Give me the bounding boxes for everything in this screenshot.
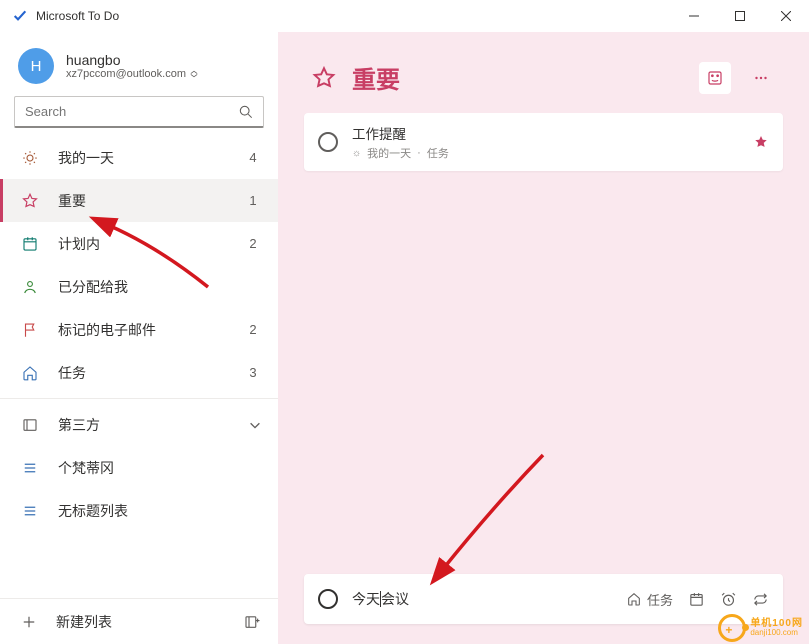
sidebar-item-label: 第三方 — [58, 415, 230, 435]
titlebar: Microsoft To Do — [0, 0, 809, 32]
add-task-input[interactable]: 今天会议 任务 — [304, 574, 783, 624]
sidebar-item-count: 2 — [244, 236, 262, 251]
sidebar-item-label: 任务 — [58, 363, 226, 383]
expand-icon — [190, 70, 198, 78]
account-email: xz7pccom@outlook.com — [66, 68, 198, 80]
due-date-button[interactable] — [687, 590, 705, 608]
sidebar-item-label: 个梵蒂冈 — [58, 458, 262, 478]
sidebar-item-label: 我的一天 — [58, 148, 226, 168]
sidebar-item-label: 重要 — [58, 191, 226, 211]
add-task-text: 今天会议 — [352, 589, 611, 609]
more-button[interactable] — [745, 62, 777, 94]
sidebar-list-item[interactable]: 无标题列表 — [0, 489, 278, 532]
calendar-icon — [20, 234, 40, 254]
window-close-button[interactable] — [763, 0, 809, 32]
task-star-icon[interactable] — [753, 134, 769, 150]
sidebar-group-item[interactable]: 第三方 — [0, 403, 278, 446]
sidebar-item-count: 1 — [244, 193, 262, 208]
sidebar-item-important[interactable]: 重要 1 — [0, 179, 278, 222]
sidebar-item-count: 2 — [244, 322, 262, 337]
app-title: Microsoft To Do — [36, 9, 119, 23]
sidebar-item-label: 标记的电子邮件 — [58, 320, 226, 340]
sidebar-item-flagged[interactable]: 标记的电子邮件 2 — [0, 308, 278, 351]
task-subtitle: ☼ 我的一天 · 任务 — [352, 145, 739, 161]
search-icon — [239, 105, 253, 119]
sidebar-item-label: 已分配给我 — [58, 277, 226, 297]
window-maximize-button[interactable] — [717, 0, 763, 32]
list-icon — [20, 458, 40, 478]
account-switcher[interactable]: H huangbo xz7pccom@outlook.com — [0, 42, 278, 96]
repeat-button[interactable] — [751, 590, 769, 608]
page-title: 重要 — [352, 60, 685, 95]
window-minimize-button[interactable] — [671, 0, 717, 32]
search-input[interactable] — [14, 96, 264, 128]
annotation-arrow — [433, 447, 553, 582]
sidebar-item-label: 计划内 — [58, 234, 226, 254]
home-icon — [625, 590, 643, 608]
star-icon — [310, 64, 338, 92]
task-title: 工作提醒 — [352, 123, 739, 143]
account-name: huangbo — [66, 52, 198, 68]
chevron-down-icon — [248, 418, 262, 432]
sidebar-list-item[interactable]: 个梵蒂冈 — [0, 446, 278, 489]
list-icon — [20, 501, 40, 521]
app-icon — [12, 8, 28, 24]
home-icon — [20, 363, 40, 383]
main-pane: 重要 工作提醒 ☼ 我的一天 · 任务 — [278, 32, 809, 644]
sidebar-item-myday[interactable]: 我的一天 4 — [0, 136, 278, 179]
sidebar-item-count: 3 — [244, 365, 262, 380]
add-task-list-button[interactable]: 任务 — [625, 590, 673, 609]
sidebar-item-assigned[interactable]: 已分配给我 — [0, 265, 278, 308]
task-complete-circle[interactable] — [318, 132, 338, 152]
sidebar-item-planned[interactable]: 计划内 2 — [0, 222, 278, 265]
watermark: + 单机100网 danji100.com — [718, 614, 803, 642]
plus-icon — [20, 613, 38, 631]
new-list-button[interactable]: 新建列表 — [20, 612, 242, 632]
separator — [0, 398, 278, 399]
suggestions-button[interactable] — [699, 62, 731, 94]
sun-icon: ☼ — [352, 148, 361, 159]
sidebar-item-label: 无标题列表 — [58, 501, 262, 521]
task-item[interactable]: 工作提醒 ☼ 我的一天 · 任务 — [304, 113, 783, 171]
sidebar-item-tasks[interactable]: 任务 3 — [0, 351, 278, 394]
new-list-label: 新建列表 — [56, 612, 112, 632]
task-circle-icon — [318, 589, 338, 609]
sun-icon — [20, 148, 40, 168]
person-icon — [20, 277, 40, 297]
new-group-button[interactable] — [242, 612, 262, 632]
sidebar: H huangbo xz7pccom@outlook.com 我的一天 4 — [0, 32, 278, 644]
flag-icon — [20, 320, 40, 340]
sidebar-item-count: 4 — [244, 150, 262, 165]
star-icon — [20, 191, 40, 211]
group-icon — [20, 415, 40, 435]
add-task-list-label: 任务 — [647, 590, 673, 609]
avatar: H — [18, 48, 54, 84]
reminder-button[interactable] — [719, 590, 737, 608]
